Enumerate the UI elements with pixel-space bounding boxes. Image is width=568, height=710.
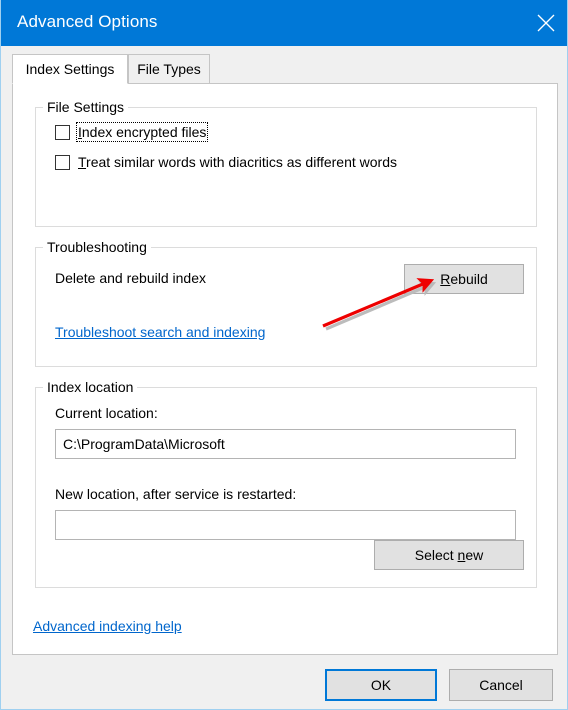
group-index-location: Index location Current location: C:\Prog… [35,379,537,588]
title-bar: Advanced Options [1,0,567,46]
tab-index-settings-label: Index Settings [25,61,115,77]
group-index-location-legend: Index location [43,379,138,395]
rebuild-button-label: Rebuild [440,271,488,287]
new-location-input[interactable] [55,510,516,540]
tab-strip: Index Settings File Types [12,54,558,84]
current-location-input[interactable]: C:\ProgramData\Microsoft [55,429,516,459]
delete-and-rebuild-index-label: Delete and rebuild index [55,270,206,286]
current-location-label: Current location: [55,405,158,421]
checkbox-index-encrypted-files-box[interactable] [55,125,70,140]
advanced-options-dialog: Advanced Options Index Settings File Typ… [0,0,568,710]
group-troubleshooting: Troubleshooting Delete and rebuild index… [35,239,537,367]
advanced-indexing-help-link[interactable]: Advanced indexing help [33,618,182,634]
cancel-button[interactable]: Cancel [449,669,553,701]
rebuild-button-label-rest: ebuild [450,271,488,287]
rebuild-button[interactable]: Rebuild [404,264,524,294]
cancel-button-label: Cancel [479,677,523,693]
checkbox-label-rest: reat similar words with diacritics as di… [86,154,397,170]
dialog-footer: OK Cancel [1,656,567,709]
accelerator-char: T [78,154,87,170]
ok-button-label: OK [370,677,392,693]
accelerator-char: R [440,271,451,287]
checkbox-index-encrypted-files-label: Index encrypted files [75,122,209,142]
tab-content-panel: File Settings Index encrypted files Trea… [12,83,558,655]
close-button[interactable] [523,0,567,46]
select-new-button-label-rest: ew [465,547,484,563]
checkbox-label-rest: ndex encrypted files [81,124,207,140]
troubleshoot-search-and-indexing-link[interactable]: Troubleshoot search and indexing [55,324,265,340]
select-new-button[interactable]: Select new [374,540,524,570]
new-location-label: New location, after service is restarted… [55,486,297,502]
tab-index-settings[interactable]: Index Settings [12,54,128,84]
group-file-settings-legend: File Settings [43,99,129,115]
tab-file-types-label: File Types [137,61,201,77]
select-new-button-label: Select new [415,547,484,563]
group-troubleshooting-legend: Troubleshooting [43,239,151,255]
window-title: Advanced Options [17,12,158,31]
ok-button[interactable]: OK [325,669,437,701]
checkbox-treat-diacritics-label: Treat similar words with diacritics as d… [77,153,398,171]
select-new-button-prefix: Select [414,547,458,563]
group-file-settings: File Settings Index encrypted files Trea… [35,99,537,227]
checkbox-treat-diacritics-box[interactable] [55,155,70,170]
tab-file-types[interactable]: File Types [128,54,210,84]
